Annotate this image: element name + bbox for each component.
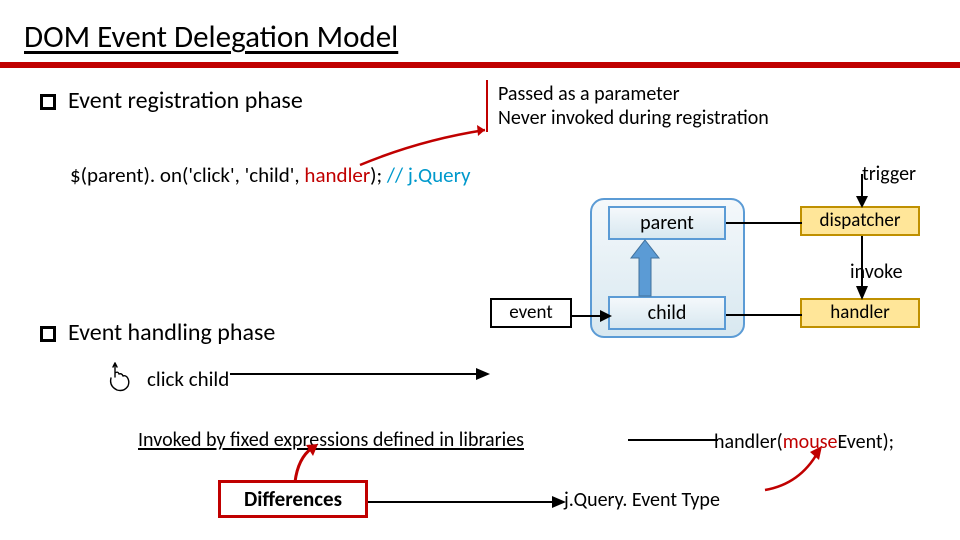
pointer-icon — [105, 360, 135, 400]
child-node: child — [608, 296, 726, 330]
line-invoked-to-handlercall — [628, 433, 718, 447]
bullet-marker-icon — [40, 94, 56, 110]
click-child-row: click child — [105, 358, 229, 400]
note-line1: Passed as a parameter — [498, 82, 769, 106]
invoked-by-fixed-expr: Invoked by fixed expressions defined in … — [138, 428, 524, 452]
bullet-registration-text: Event registration phase — [68, 86, 303, 115]
dom-diagram: parent child dispatcher handler invoke e… — [530, 198, 910, 378]
code-handler: handler — [304, 162, 370, 188]
bullet-handling-text: Event handling phase — [68, 318, 275, 347]
parameter-note: Passed as a parameter Never invoked duri… — [486, 80, 769, 132]
arrow-click-to-event — [230, 364, 490, 384]
handler-call-mouse: mouse — [783, 430, 838, 454]
trigger-label: trigger — [862, 162, 916, 186]
handler-invocation: handler(mouseEvent); — [714, 430, 894, 454]
arrow-differences-to-jqtype — [368, 492, 566, 512]
differences-box: Differences — [218, 480, 368, 518]
event-node: event — [490, 298, 572, 328]
bullet-marker-icon — [40, 326, 56, 342]
bullet-registration: Event registration phase — [40, 86, 303, 115]
bullet-handling: Event handling phase — [40, 318, 275, 347]
code-sample: $(parent). on('click', 'child', handler)… — [70, 162, 471, 188]
handler-call-prefix: handler( — [714, 430, 783, 454]
handler-call-suffix: Event); — [838, 430, 895, 454]
handler-node: handler — [800, 298, 920, 328]
parent-node: parent — [608, 206, 726, 240]
code-suffix: ); — [370, 162, 387, 188]
click-child-text: click child — [147, 366, 229, 392]
invoke-label: invoke — [850, 260, 903, 284]
code-prefix: $(parent). on('click', 'child', — [70, 162, 304, 188]
jquery-event-type: j.Query. Event Type — [564, 488, 720, 512]
note-line2: Never invoked during registration — [498, 106, 769, 130]
slide-content: Event registration phase Passed as a par… — [0, 68, 960, 528]
code-comment: // j.Query — [387, 162, 471, 188]
slide-title: DOM Event Delegation Model — [0, 0, 960, 62]
dispatcher-node: dispatcher — [800, 206, 920, 236]
